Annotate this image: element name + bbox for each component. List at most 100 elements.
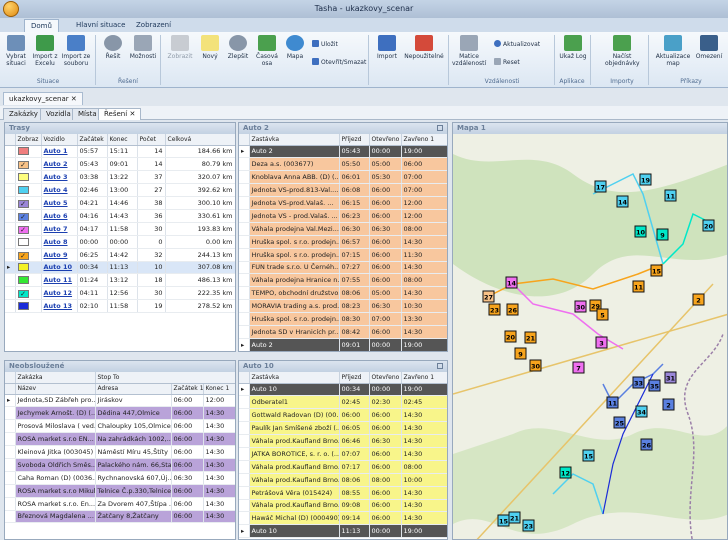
map-marker[interactable]: 31 [664, 371, 677, 384]
table-row[interactable]: FUN trade s.r.o. U Černéh... 07:27 06:00 14… [239, 261, 447, 275]
ulozit-button[interactable]: Uložit [312, 40, 338, 48]
vehicle-link[interactable]: Auto 6 [41, 209, 78, 223]
col-zastavka[interactable]: Zastávka [249, 134, 340, 146]
table-row[interactable]: Jednota VS-prod.813-Val.... 06:08 06:00 07:… [239, 183, 447, 198]
vehicle-link[interactable]: Auto 11 [41, 273, 78, 288]
vehicle-link[interactable]: Auto 3 [41, 170, 78, 185]
map-marker[interactable]: 23 [488, 303, 501, 316]
resit-button[interactable]: Řešit [98, 34, 128, 78]
table-row[interactable]: ✓ Auto 5 04:21 14:46 38 300.10 km [5, 196, 235, 210]
table-row[interactable]: Váhala prod.Kaufland Brno... 06:46 06:30 14… [239, 434, 447, 448]
table-row[interactable]: Hruška spol. s r.o. prodejn... 06:57 06:00… [239, 235, 447, 249]
table-row[interactable]: ✓ Auto 2 05:43 09:01 14 80.79 km [5, 157, 235, 172]
table-row[interactable]: Březnová Magdalena ... Žatčany 8,Žatčany 0… [5, 510, 235, 524]
vehicle-link[interactable]: Auto 10 [41, 261, 78, 275]
col-zavreno[interactable]: Zavřeno 1 [401, 372, 447, 384]
table-row[interactable]: Jechymek Arnošt. (D) (... Dědina 447,Olmi… [5, 406, 235, 421]
col-konec[interactable]: Konec [107, 134, 138, 146]
map-marker[interactable]: 35 [648, 379, 661, 392]
tab-domu[interactable]: Domů [24, 19, 59, 32]
table-row[interactable]: ✓ Auto 7 04:17 11:58 30 193.83 km [5, 222, 235, 236]
col-zastavka[interactable]: Zastávka [249, 372, 340, 384]
table-row[interactable]: JATKA BOROTICE, s. r. o. (... 07:07 06:00 1… [239, 447, 447, 461]
import-button[interactable]: Import [372, 34, 402, 78]
table-row[interactable]: Váhala prod.Kaufland Brno... 07:17 06:00 08… [239, 460, 447, 474]
nacist-objednavky-button[interactable]: Načíst objednávky [605, 34, 640, 78]
map-marker[interactable]: 14 [505, 276, 518, 289]
table-row[interactable]: Knoblava Anna ABB. (D) (... 06:01 05:30 07:… [239, 170, 447, 185]
table-row[interactable]: ROSA market s.r.o EN... Na zahrádkách 100… [5, 432, 235, 447]
import-soubor-button[interactable]: Import ze souboru [61, 34, 91, 78]
vehicle-link[interactable]: Auto 2 [41, 157, 78, 172]
map-marker[interactable]: 19 [639, 173, 652, 186]
table-row[interactable]: Auto 13 02:10 11:58 19 278.52 km [5, 299, 235, 314]
omezeni-button[interactable]: Omezení [694, 34, 724, 78]
vehicle-link[interactable]: Auto 8 [41, 235, 78, 249]
visibility-checkbox[interactable] [17, 276, 29, 285]
table-row[interactable]: ROSA market s.r.o Mikulově...Telnice Č.p… [5, 484, 235, 498]
map-marker[interactable]: 7 [572, 361, 585, 374]
tab-hlavni-situace[interactable]: Hlavní situace [70, 19, 131, 32]
col-prijezd[interactable]: Příjezd [339, 134, 370, 146]
map-marker[interactable]: 21 [524, 331, 537, 344]
map-marker[interactable]: 21 [508, 511, 521, 524]
table-row[interactable]: Gottwald Radovan (D) (00... 06:00 06:00 14:… [239, 408, 447, 423]
tab-reseni[interactable]: Řešení ✕ [98, 108, 142, 120]
table-row[interactable]: Deza a.s. (003677) 05:50 05:00 06:00 [239, 157, 447, 172]
map-marker[interactable]: 23 [522, 519, 535, 532]
table-row[interactable]: ✓ Auto 12 04:11 12:56 30 222.35 km [5, 286, 235, 301]
ukaz-log-button[interactable]: Ukaž Log [558, 34, 588, 78]
zlepsit-button[interactable]: Zlepšit [223, 34, 253, 78]
map-marker[interactable]: 2 [692, 293, 705, 306]
map-marker[interactable]: 9 [514, 347, 527, 360]
vehicle-link[interactable]: Auto 12 [41, 286, 78, 301]
visibility-checkbox[interactable] [17, 237, 29, 246]
table-row[interactable]: ▸ Auto 2 05:43 00:00 19:00 [239, 145, 447, 159]
map-marker[interactable]: 15 [650, 264, 663, 277]
vehicle-link[interactable]: Auto 7 [41, 222, 78, 236]
table-row[interactable]: Hruška spol. s r.o. prodejn... 08:30 07:00… [239, 312, 447, 326]
table-row[interactable]: Prosová Miloslava ( ved... Chaloupky 105,… [5, 419, 235, 434]
aktualizovat-button[interactable]: Aktualizovat [494, 40, 540, 48]
table-row[interactable]: Váhala prodejna Val.Mezi... 06:30 06:30 08:… [239, 222, 447, 236]
visibility-checkbox[interactable]: ✓ [17, 200, 29, 208]
tab-zakazky[interactable]: Zakázky [3, 108, 44, 120]
table-row[interactable]: ▸ Auto 10 11:13 00:00 19:00 [239, 524, 447, 539]
vehicle-link[interactable]: Auto 13 [41, 299, 78, 314]
novy-button[interactable]: Nový [195, 34, 225, 78]
vehicle-link[interactable]: Auto 5 [41, 196, 78, 210]
close-icon[interactable]: ✕ [129, 110, 135, 118]
map-marker[interactable]: 14 [616, 195, 629, 208]
table-row[interactable]: ▸ Auto 10 00:34 11:13 10 307.08 km [5, 261, 235, 275]
pin-icon[interactable] [437, 125, 443, 131]
vehicle-link[interactable]: Auto 9 [41, 248, 78, 262]
visibility-checkbox[interactable] [17, 173, 29, 182]
table-row[interactable]: Auto 8 00:00 00:00 0 0.00 km [5, 235, 235, 249]
map-marker[interactable]: 2 [662, 398, 675, 411]
map-marker[interactable]: 30 [529, 359, 542, 372]
visibility-checkbox[interactable]: ✓ [17, 161, 29, 170]
table-row[interactable]: Váhala prodejna Hranice n... 07:55 06:00 08… [239, 273, 447, 288]
vehicle-link[interactable]: Auto 1 [41, 145, 78, 159]
table-row[interactable]: Hawáč Michal (D) (000490) 09:14 06:00 14:30 [239, 511, 447, 526]
aktualizace-map-button[interactable]: Aktualizace map [654, 34, 692, 78]
table-row[interactable]: Auto 11 01:24 13:12 18 486.13 km [5, 273, 235, 288]
zobrazit-button[interactable]: Zobrazit [165, 34, 195, 78]
map-marker[interactable]: 15 [582, 449, 595, 462]
tab-zobrazeni[interactable]: Zobrazení [130, 19, 177, 32]
pin-icon[interactable] [437, 363, 443, 369]
map-marker[interactable]: 12 [559, 466, 572, 479]
tab-ukazkovy-scenar[interactable]: ukazkovy_scenar ✕ [3, 92, 83, 105]
table-row[interactable]: Auto 3 03:38 13:22 37 320.07 km [5, 170, 235, 185]
col-zavreno[interactable]: Zavřeno 1 [401, 134, 447, 146]
map-marker[interactable]: 10 [634, 225, 647, 238]
map-marker[interactable]: 20 [504, 330, 517, 343]
casova-osa-button[interactable]: Časová osa [252, 34, 282, 78]
map-marker[interactable]: 15 [497, 514, 510, 527]
map-marker[interactable]: 11 [632, 280, 645, 293]
table-row[interactable]: ▸ Auto 2 09:01 00:00 19:00 [239, 338, 447, 351]
visibility-checkbox[interactable] [17, 147, 29, 156]
map-marker[interactable]: 26 [506, 303, 519, 316]
map-marker[interactable]: 33 [632, 376, 645, 389]
map-marker[interactable]: 30 [574, 300, 587, 313]
